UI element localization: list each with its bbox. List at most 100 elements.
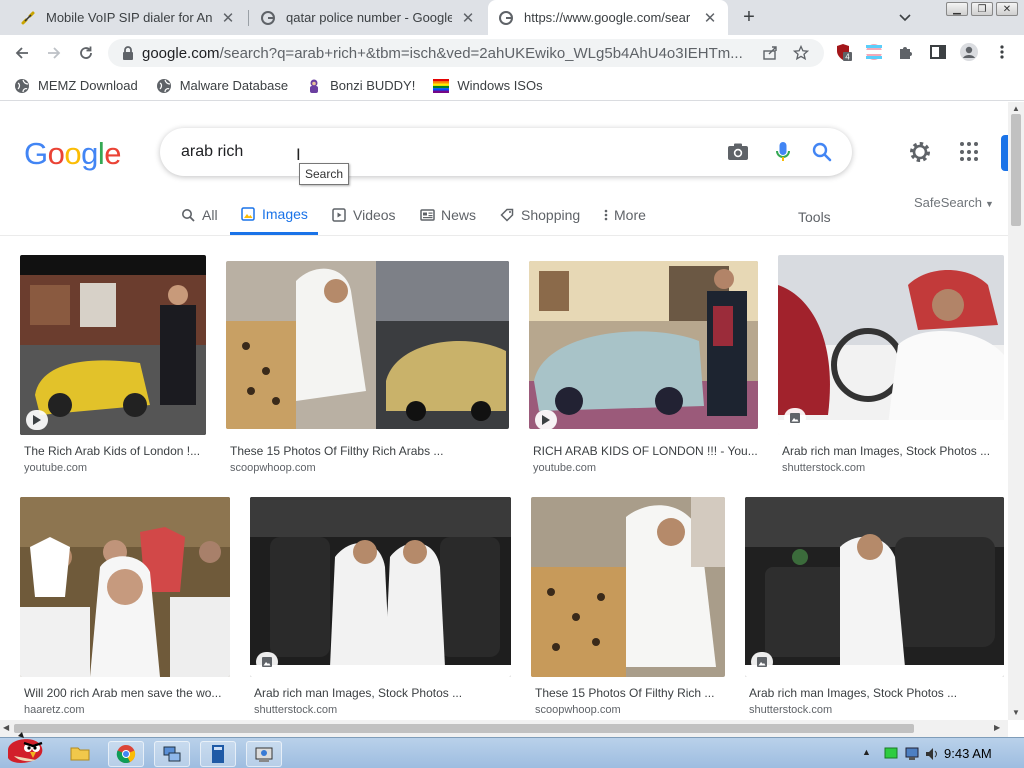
flag-extension-icon[interactable] — [864, 42, 884, 62]
result-thumbnail[interactable] — [250, 497, 511, 677]
image-result[interactable]: The Rich Arab Kids of London !... youtub… — [20, 255, 210, 480]
lock-icon[interactable] — [116, 46, 140, 60]
angry-bird-start-icon[interactable] — [4, 730, 48, 768]
image-result[interactable]: These 15 Photos Of Filthy Rich Arabs ...… — [226, 261, 516, 480]
vertical-scrollbar[interactable]: ▲ ▼ — [1008, 102, 1024, 720]
chevron-down-icon[interactable] — [896, 8, 914, 26]
reload-button[interactable] — [74, 41, 98, 65]
microphone-icon[interactable] — [771, 140, 795, 164]
tab-images[interactable]: Images — [230, 196, 318, 235]
tab-news[interactable]: News — [419, 196, 476, 234]
image-result[interactable]: These 15 Photos Of Filthy Rich ... scoop… — [531, 497, 731, 720]
browser-tab-3[interactable]: https://www.google.com/sear ✕ — [488, 0, 728, 35]
result-source[interactable]: haaretz.com — [24, 704, 85, 716]
image-result[interactable]: Arab rich man Images, Stock Photos ... s… — [250, 497, 515, 720]
tab-more[interactable]: More — [602, 196, 646, 234]
close-window-button[interactable]: ✕ — [996, 2, 1018, 16]
result-thumbnail[interactable] — [778, 255, 1004, 435]
image-result[interactable]: Arab rich man Images, Stock Photos ... s… — [745, 497, 1008, 720]
result-thumbnail[interactable] — [745, 497, 1004, 677]
result-thumbnail[interactable] — [20, 255, 206, 435]
google-g-icon — [498, 10, 514, 26]
battery-icon[interactable] — [884, 747, 898, 762]
search-input[interactable]: arab rich — [181, 143, 243, 161]
result-caption[interactable]: RICH ARAB KIDS OF LONDON !!! - You... — [533, 444, 762, 458]
network-status-icon[interactable] — [905, 747, 921, 764]
result-source[interactable]: scoopwhoop.com — [535, 704, 621, 716]
result-thumbnail[interactable] — [529, 261, 758, 429]
tab-label: Videos — [353, 207, 396, 223]
close-tab-2-icon[interactable]: ✕ — [460, 10, 476, 27]
close-tab-1-icon[interactable]: ✕ — [220, 10, 236, 27]
close-tab-3-icon[interactable]: ✕ — [702, 10, 718, 27]
side-panel-icon[interactable] — [928, 42, 948, 62]
result-source[interactable]: youtube.com — [24, 462, 87, 474]
minimize-button[interactable]: ▁ — [946, 2, 968, 16]
control-panel-taskbar-button[interactable] — [246, 741, 282, 767]
volume-icon[interactable] — [925, 747, 939, 764]
bookmark-memz-download[interactable]: MEMZ Download — [14, 78, 138, 94]
folder-icon[interactable] — [70, 744, 90, 762]
horizontal-scroll-thumb[interactable] — [14, 724, 914, 733]
tools-button[interactable]: Tools — [798, 209, 831, 225]
search-icon[interactable] — [810, 140, 834, 164]
share-icon[interactable] — [761, 44, 779, 62]
camera-icon[interactable] — [726, 140, 750, 164]
result-thumbnail[interactable] — [20, 497, 230, 677]
gear-icon[interactable] — [907, 139, 933, 165]
result-caption[interactable]: Arab rich man Images, Stock Photos ... — [254, 686, 515, 700]
bookmark-malware-database[interactable]: Malware Database — [156, 78, 288, 94]
taskbar-clock[interactable]: 9:43 AM — [944, 746, 992, 761]
search-box[interactable]: arab rich — [160, 128, 852, 176]
vertical-scroll-thumb[interactable] — [1011, 114, 1021, 226]
back-button[interactable] — [10, 41, 34, 65]
logo-letter: o — [47, 136, 65, 171]
image-result[interactable]: RICH ARAB KIDS OF LONDON !!! - You... yo… — [529, 261, 764, 480]
image-result[interactable]: Arab rich man Images, Stock Photos ... s… — [778, 255, 1008, 480]
apps-grid-icon[interactable] — [960, 142, 980, 162]
tab-videos[interactable]: Videos — [331, 196, 396, 234]
result-source[interactable]: shutterstock.com — [749, 704, 832, 716]
result-caption[interactable]: Arab rich man Images, Stock Photos ... — [749, 686, 1008, 700]
bookmark-windows-isos[interactable]: Windows ISOs — [433, 78, 543, 94]
result-source[interactable]: shutterstock.com — [254, 704, 337, 716]
bookmark-label: Windows ISOs — [457, 78, 543, 93]
forward-button[interactable] — [42, 41, 66, 65]
star-icon[interactable] — [792, 44, 810, 62]
browser-menu-icon[interactable] — [992, 42, 1012, 62]
horizontal-scrollbar[interactable]: ◀ ▶ — [0, 720, 1008, 737]
result-thumbnail[interactable] — [226, 261, 509, 429]
result-caption[interactable]: Will 200 rich Arab men save the wo... — [24, 686, 234, 700]
result-caption[interactable]: These 15 Photos Of Filthy Rich Arabs ... — [230, 444, 513, 458]
result-caption[interactable]: The Rich Arab Kids of London !... — [24, 444, 210, 458]
safesearch-dropdown[interactable]: SafeSearch ▼ — [914, 195, 994, 210]
network-taskbar-button[interactable] — [154, 741, 190, 767]
shield-extension-icon[interactable]: 4 — [833, 42, 853, 62]
image-result[interactable]: Will 200 rich Arab men save the wo... ha… — [20, 497, 235, 720]
browser-tab-2-title: qatar police number - Google — [286, 10, 452, 25]
google-logo[interactable]: Google — [24, 136, 122, 172]
puzzle-extensions-icon[interactable] — [896, 42, 916, 62]
maximize-button[interactable]: ❐ — [971, 2, 993, 16]
tray-expand-icon[interactable]: ▲ — [862, 747, 871, 757]
result-thumbnail[interactable] — [531, 497, 725, 677]
profile-avatar-icon[interactable] — [959, 42, 979, 62]
result-source[interactable]: youtube.com — [533, 462, 596, 474]
tab-shopping[interactable]: Shopping — [499, 196, 580, 234]
browser-tab-1[interactable]: Mobile VoIP SIP dialer for And ✕ — [10, 0, 246, 35]
chrome-taskbar-button[interactable] — [108, 741, 144, 767]
scroll-up-arrow-icon[interactable]: ▲ — [1012, 104, 1020, 113]
notebook-icon — [212, 745, 224, 763]
new-tab-button[interactable]: + — [738, 6, 760, 28]
result-source[interactable]: scoopwhoop.com — [230, 462, 316, 474]
bookmark-bonzi-buddy[interactable]: Bonzi BUDDY! — [306, 78, 415, 94]
notebook-taskbar-button[interactable] — [200, 741, 236, 767]
result-source[interactable]: shutterstock.com — [782, 462, 865, 474]
result-caption[interactable]: Arab rich man Images, Stock Photos ... — [782, 444, 1004, 458]
tab-all[interactable]: All — [180, 196, 218, 234]
scroll-down-arrow-icon[interactable]: ▼ — [1012, 708, 1020, 717]
browser-tab-2[interactable]: qatar police number - Google ✕ — [250, 0, 486, 35]
scroll-right-arrow-icon[interactable]: ▶ — [994, 723, 1000, 732]
result-caption[interactable]: These 15 Photos Of Filthy Rich ... — [535, 686, 729, 700]
address-bar[interactable]: google.com/search?q=arab+rich+&tbm=isch&… — [108, 39, 824, 67]
